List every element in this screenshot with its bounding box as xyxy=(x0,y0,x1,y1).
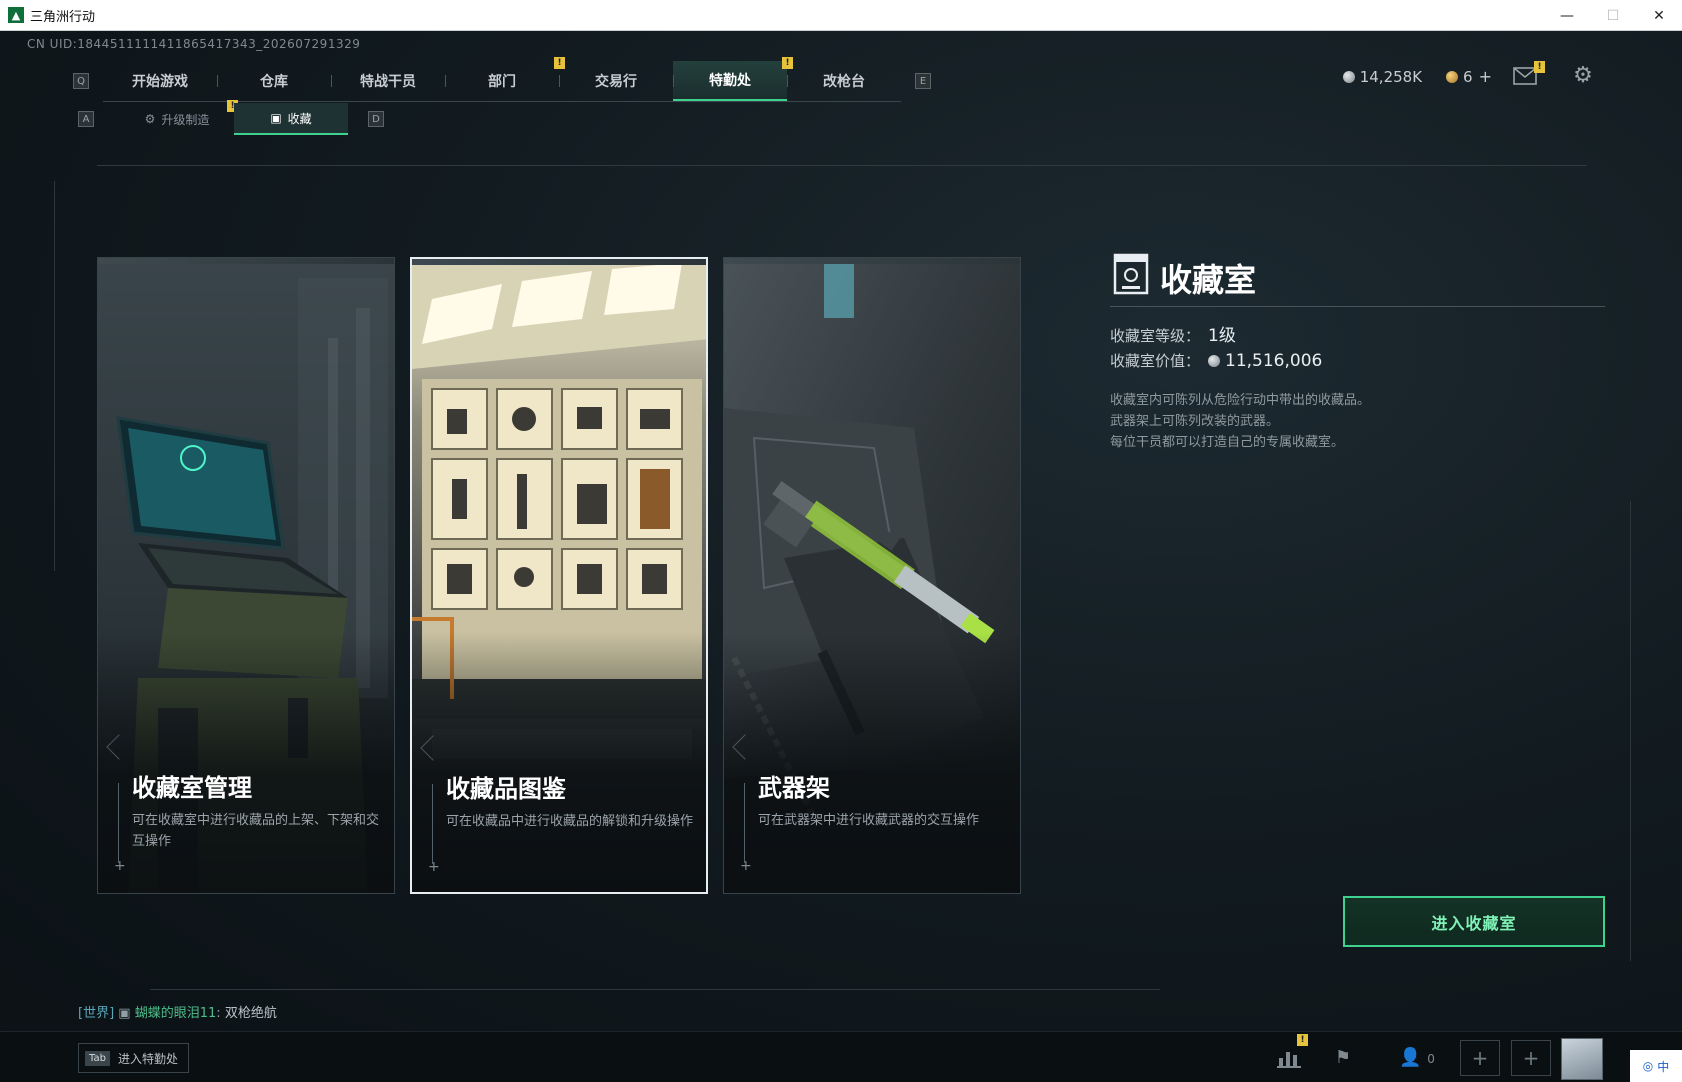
enter-special-ops-hint[interactable]: Tab 进入特勤处 xyxy=(78,1043,189,1073)
avatar[interactable] xyxy=(1561,1038,1603,1080)
flag-icon[interactable]: ⚑ xyxy=(1330,1046,1356,1070)
window-title: 三角洲行动 xyxy=(30,9,96,25)
gold-coin-icon xyxy=(1446,71,1459,83)
divider xyxy=(744,783,745,863)
window-controls: — ☐ ✕ xyxy=(1544,0,1682,31)
collection-description: 收藏室内可陈列从危险行动中带出的收藏品。 武器架上可陈列改装的武器。 每位干员都… xyxy=(1110,393,1371,450)
team-slot-add-button[interactable]: + xyxy=(1460,1040,1500,1076)
world-chat-line[interactable]: [世界] ▣ 蝴蝶的眼泪11: 双枪绝航 xyxy=(78,1002,277,1021)
nav-tabs: 开始游戏 仓库 特战干员 部门! 交易行 特勤处! 改枪台 xyxy=(103,56,901,102)
bottom-bar: Tab 进入特勤处 ! ⚑ 👤 0 + + xyxy=(0,1031,1682,1082)
gear-icon[interactable]: ⚙ xyxy=(1572,65,1594,87)
tab-start-game[interactable]: 开始游戏 xyxy=(103,61,217,101)
divider xyxy=(54,181,55,571)
plus-icon: + xyxy=(114,858,126,874)
close-button[interactable]: ✕ xyxy=(1636,0,1682,31)
camera-icon: ▣ xyxy=(118,1006,131,1021)
silver-coin-icon xyxy=(1208,355,1221,367)
tab-gunsmith[interactable]: 改枪台 xyxy=(787,61,901,101)
maximize-button[interactable]: ☐ xyxy=(1590,0,1636,31)
collection-level-value: 1级 xyxy=(1208,326,1236,346)
tab-trade[interactable]: 交易行 xyxy=(559,61,673,101)
collection-icon: ▣ xyxy=(270,111,282,125)
card-shade xyxy=(724,633,1020,893)
team-slot-add-button[interactable]: + xyxy=(1511,1040,1551,1076)
tab-department[interactable]: 部门! xyxy=(445,56,565,101)
mail-icon[interactable]: ! xyxy=(1513,61,1545,85)
top-nav: Q 开始游戏 仓库 特战干员 部门! 交易行 特勤处! 改枪台 E xyxy=(73,56,931,102)
tab-upgrade-craft[interactable]: ⚙ 升级制造 ! xyxy=(120,100,238,135)
collection-value-label: 收藏室价值： xyxy=(1110,352,1201,370)
stats-chart-icon[interactable]: ! xyxy=(1276,1034,1308,1070)
collection-value: 11,516,006 xyxy=(1208,351,1322,371)
nav-next-key-hint[interactable]: E xyxy=(915,73,931,89)
card-weapon-rack[interactable]: 武器架 可在武器架中进行收藏武器的交互操作 + xyxy=(723,257,1021,894)
card-title: 收藏品图鉴 xyxy=(446,775,566,803)
friends-icon: 👤 xyxy=(1399,1047,1422,1068)
chat-message: 双枪绝航 xyxy=(224,1006,277,1021)
subnav-next-key-hint[interactable]: D xyxy=(368,111,384,127)
chat-channel: [世界] xyxy=(78,1006,115,1021)
divider xyxy=(1630,501,1631,961)
friends-count: 0 xyxy=(1427,1052,1435,1066)
notification-badge: ! xyxy=(1534,61,1545,73)
ime-indicator[interactable]: ◎ 中 xyxy=(1630,1050,1682,1082)
divider xyxy=(97,165,1587,166)
enter-collection-room-button[interactable]: 进入收藏室 xyxy=(1343,896,1605,947)
ime-logo-icon: ◎ xyxy=(1642,1059,1654,1073)
game-viewport: CN UID:1844511111411865417343_2026072913… xyxy=(0,31,1682,1082)
card-description: 可在收藏品中进行收藏品的解锁和升级操作 xyxy=(446,814,694,829)
plus-icon: + xyxy=(428,859,440,875)
card-description: 可在武器架中进行收藏武器的交互操作 xyxy=(758,813,980,828)
friends-button[interactable]: 👤 0 xyxy=(1392,1046,1442,1070)
card-description: 可在收藏室中进行收藏品的上架、下架和交互操作 xyxy=(132,813,380,849)
app-logo-icon: ▲ xyxy=(8,7,24,23)
card-header-strip xyxy=(724,258,1020,264)
notification-badge: ! xyxy=(1297,1034,1308,1046)
collection-value-row: 收藏室价值： 11,516,006 xyxy=(1110,350,1322,371)
window-titlebar: ▲ 三角洲行动 — ☐ ✕ xyxy=(0,0,1682,31)
card-header-strip xyxy=(412,259,706,265)
card-collection-management[interactable]: 收藏室管理 可在收藏室中进行收藏品的上架、下架和交互操作 + xyxy=(97,257,395,894)
add-gold-button[interactable]: + xyxy=(1479,67,1492,86)
minimize-button[interactable]: — xyxy=(1544,0,1590,31)
plus-icon: + xyxy=(740,858,752,874)
tab-collection[interactable]: ▣ 收藏 xyxy=(234,103,348,135)
tab-operators[interactable]: 特战干员 xyxy=(331,61,445,101)
sub-tabs: ⚙ 升级制造 ! ▣ 收藏 xyxy=(120,100,348,135)
divider xyxy=(1110,306,1605,307)
silver-coin-icon xyxy=(1342,70,1355,83)
collection-room-icon xyxy=(1113,253,1149,295)
tab-special-ops[interactable]: 特勤处! xyxy=(673,56,793,101)
card-collectibles-catalog[interactable]: 收藏品图鉴 可在收藏品中进行收藏品的解锁和升级操作 + xyxy=(410,257,708,894)
nav-prev-key-hint[interactable]: Q xyxy=(73,73,89,89)
silver-currency[interactable]: 14,258K xyxy=(1342,68,1422,86)
tab-warehouse[interactable]: 仓库 xyxy=(217,61,331,101)
currency-bar: 14,258K 6 + xyxy=(1342,67,1492,86)
card-shade xyxy=(412,632,706,892)
craft-icon: ⚙ xyxy=(144,112,156,126)
card-title: 收藏室管理 xyxy=(132,774,252,802)
collection-level-row: 收藏室等级： 1级 xyxy=(1110,321,1236,346)
page-title: 收藏室 xyxy=(1160,261,1257,299)
tab-key-hint: Tab xyxy=(85,1050,110,1066)
collection-level-label: 收藏室等级： xyxy=(1110,327,1201,345)
uid-label: CN UID:1844511111411865417343_2026072913… xyxy=(27,37,361,51)
card-title: 武器架 xyxy=(758,774,830,802)
divider xyxy=(432,784,433,864)
divider xyxy=(118,783,119,863)
chat-sender: 蝴蝶的眼泪11 xyxy=(134,1006,217,1021)
card-header-strip xyxy=(98,258,394,264)
sub-nav: A ⚙ 升级制造 ! ▣ 收藏 D xyxy=(78,100,384,135)
gold-currency[interactable]: 6 + xyxy=(1446,67,1492,86)
subnav-prev-key-hint[interactable]: A xyxy=(78,111,94,127)
card-shade xyxy=(98,633,394,893)
divider xyxy=(150,989,1160,990)
